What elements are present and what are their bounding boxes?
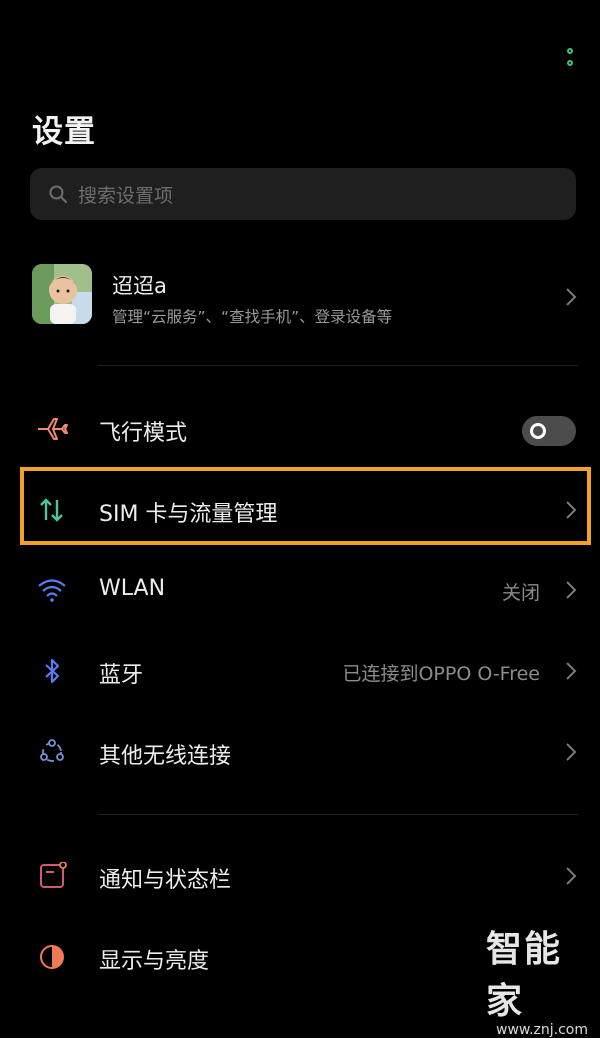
chevron-right-icon (566, 581, 577, 599)
brightness-icon (40, 945, 64, 969)
search-input[interactable]: 搜索设置项 (30, 168, 576, 220)
airplane-mode-toggle[interactable] (522, 416, 576, 446)
setting-value: 已连接到OPPO O-Free (342, 663, 540, 685)
more-dot-icon (567, 48, 573, 54)
search-icon (49, 185, 67, 203)
divider (98, 365, 578, 366)
avatar-photo-icon (32, 264, 92, 324)
network-nodes-icon (40, 739, 64, 762)
setting-label: 通知与状态栏 (99, 868, 232, 893)
avatar (32, 264, 92, 324)
setting-row-other-wireless[interactable]: 其他无线连接 (0, 712, 600, 792)
setting-label: 蓝牙 (99, 663, 144, 688)
chevron-right-icon (566, 867, 577, 885)
more-options-button[interactable] (562, 44, 582, 74)
chevron-right-icon (566, 288, 577, 306)
setting-row-bluetooth[interactable]: 蓝牙 已连接到OPPO O-Free (0, 631, 600, 711)
airplane-icon (38, 418, 68, 440)
setting-value: 关闭 (501, 582, 540, 604)
wifi-icon (38, 579, 66, 602)
account-subtitle: 管理“云服务”、“查找手机”、登录设备等 (112, 308, 393, 326)
setting-label: 飞行模式 (99, 421, 188, 446)
watermark: 智能家 www.znj.com (486, 920, 596, 1038)
bluetooth-icon (45, 658, 60, 684)
toggle-knob (530, 423, 546, 439)
setting-label: WLAN (99, 576, 166, 601)
highlight-box (20, 467, 591, 545)
watermark-url: www.znj.com (496, 1022, 588, 1038)
chevron-right-icon (566, 662, 577, 680)
search-placeholder: 搜索设置项 (78, 185, 174, 207)
setting-label: 其他无线连接 (99, 744, 232, 769)
chevron-right-icon (566, 743, 577, 761)
notification-icon (40, 862, 67, 888)
account-name: 迢迢a (112, 274, 167, 298)
setting-row-airplane-mode[interactable]: 飞行模式 (0, 389, 600, 469)
divider (98, 814, 578, 815)
more-dot-icon (567, 60, 573, 66)
page-title: 设置 (32, 114, 96, 150)
watermark-logo: 智能家 (486, 929, 563, 1022)
setting-label: 显示与亮度 (99, 949, 210, 974)
account-row[interactable]: 迢迢a 管理“云服务”、“查找手机”、登录设备等 (0, 258, 600, 342)
setting-row-wlan[interactable]: WLAN 关闭 (0, 550, 600, 630)
setting-row-notifications[interactable]: 通知与状态栏 (0, 836, 600, 916)
